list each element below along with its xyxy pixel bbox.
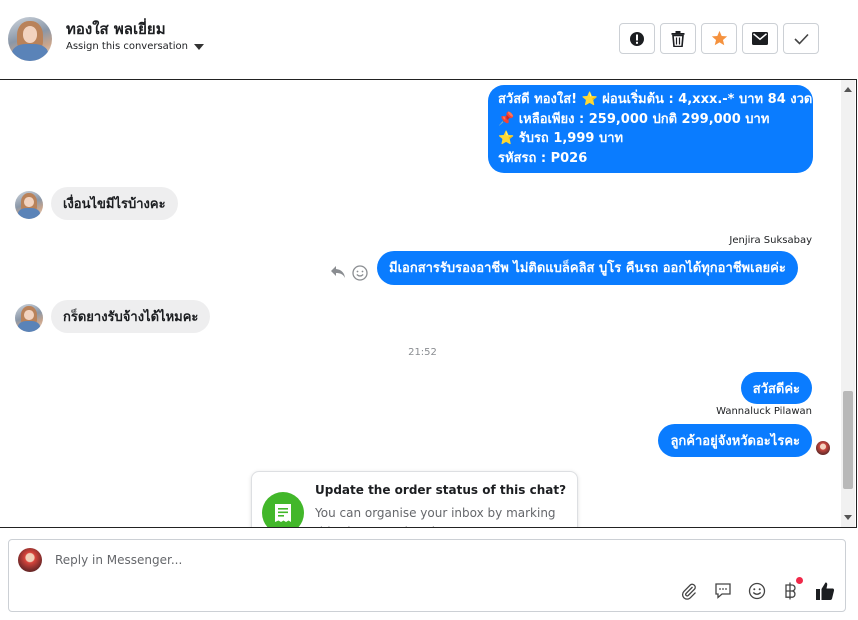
mail-icon — [752, 32, 768, 45]
react-emoji-icon[interactable] — [352, 265, 368, 281]
sender-name: Jenjira Suksabay — [729, 235, 812, 246]
reply-input[interactable] — [53, 552, 757, 568]
order-card-title: Update the order status of this chat? — [315, 483, 567, 497]
star-icon — [711, 30, 727, 46]
order-card-description: You can organise your inbox by marking t… — [315, 506, 556, 527]
outgoing-message-promo[interactable]: สวัสดี ทองใส! ⭐ ผ่อนเริ่มต้น : 4,xxx.-* … — [488, 85, 813, 173]
reply-icon[interactable] — [330, 265, 346, 279]
scroll-up-arrow-icon[interactable] — [844, 87, 852, 92]
saved-replies-button[interactable] — [713, 581, 733, 601]
emoji-button[interactable] — [747, 581, 767, 601]
attachment-button[interactable] — [679, 581, 699, 601]
caret-down-icon — [193, 43, 204, 50]
check-icon — [793, 33, 809, 45]
chat-scrollbar[interactable] — [841, 80, 855, 527]
emoji-icon — [748, 582, 766, 600]
conversation-header: ทองใส พลเยี่ยม Assign this conversation — [0, 0, 858, 80]
promo-line-4: รหัสรถ : P026 — [498, 150, 588, 166]
contact-name[interactable]: ทองใส พลเยี่ยม — [66, 17, 166, 41]
seen-indicator-avatar — [816, 441, 830, 455]
outgoing-message[interactable]: มีเอกสารรับรองอาชีพ ไม่ติดแบล็คลิส บูโร … — [377, 251, 798, 285]
outgoing-message[interactable]: สวัสดีค่ะ — [740, 372, 812, 404]
message-timestamp: 21:52 — [408, 347, 437, 358]
mark-done-button[interactable] — [783, 23, 819, 54]
receipt-icon — [262, 492, 304, 527]
contact-avatar[interactable] — [8, 17, 52, 61]
like-button[interactable] — [815, 581, 835, 601]
promo-line-3: ⭐ รับรถ 1,999 บาท — [498, 131, 624, 146]
order-status-card[interactable]: Update the order status of this chat? Yo… — [251, 471, 578, 527]
sender-name: Wannaluck Pilawan — [716, 406, 812, 417]
contact-avatar-small[interactable] — [15, 191, 43, 219]
scroll-down-arrow-icon[interactable] — [844, 515, 852, 520]
incoming-message[interactable]: กร็ดยางรับจ้างได้ไหมคะ — [51, 300, 211, 333]
payment-button[interactable] — [781, 577, 803, 601]
mark-unread-button[interactable] — [742, 23, 778, 54]
mark-spam-button[interactable] — [619, 23, 655, 54]
conversation-actions — [619, 23, 819, 54]
assign-conversation-dropdown[interactable]: Assign this conversation — [66, 41, 204, 52]
star-button[interactable] — [701, 23, 737, 54]
trash-icon — [671, 30, 685, 47]
spam-icon — [630, 31, 644, 46]
incoming-message[interactable]: เงื่อนไขมีไรบ้างคะ — [51, 187, 178, 220]
delete-button[interactable] — [660, 23, 696, 54]
promo-line-1: สวัสดี ทองใส! ⭐ ผ่อนเริ่มต้น : 4,xxx.-* … — [498, 92, 813, 107]
attachment-icon — [681, 583, 696, 600]
reply-composer — [8, 539, 846, 612]
payment-icon — [785, 582, 796, 600]
agent-avatar — [18, 548, 42, 572]
message-thread[interactable]: สวัสดี ทองใส! ⭐ ผ่อนเริ่มต้น : 4,xxx.-* … — [0, 79, 857, 528]
promo-line-2: 📌 เหลือเพียง : 259,000 ปกติ 299,000 บาท — [498, 111, 770, 127]
notification-dot — [796, 577, 803, 584]
message-hover-actions — [330, 265, 368, 281]
contact-avatar-small[interactable] — [15, 304, 43, 332]
scrollbar-thumb[interactable] — [843, 391, 853, 489]
assign-label: Assign this conversation — [66, 41, 188, 52]
outgoing-message[interactable]: ลูกค้าอยู่จังหวัดอะไรคะ — [658, 424, 812, 457]
composer-toolbar — [679, 577, 835, 601]
like-icon — [816, 582, 835, 600]
saved-replies-icon — [715, 583, 731, 599]
